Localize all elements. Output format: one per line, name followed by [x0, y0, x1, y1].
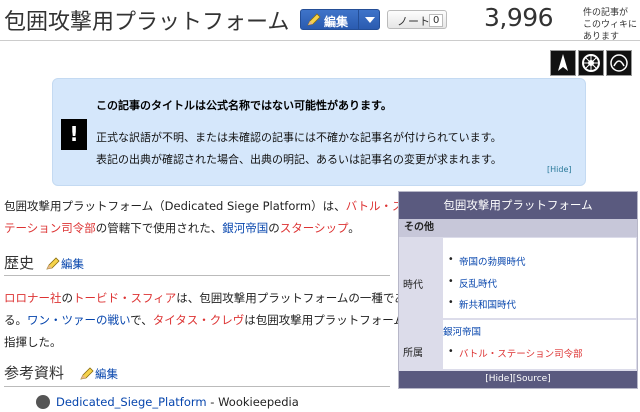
title-notice-box: ! この記事のタイトルは公式名称ではない可能性があります。 正式な訳語が不明、ま… — [52, 78, 586, 186]
infobox-era-label: 時代 — [403, 280, 423, 291]
notice-line-1: 正式な訳語が不明、または未確認の記事には不確かな記事名が付けられています。 — [96, 131, 502, 144]
notice-title: この記事のタイトルは公式名称ではない可能性があります。 — [96, 99, 392, 112]
starship-link[interactable]: スターシップ — [280, 221, 348, 235]
history-heading-rule — [4, 275, 390, 276]
reference-item: Dedicated_Siege_Platform - Wookieepedia — [56, 395, 299, 409]
affiliation-battle-station-link[interactable]: バトル・ステーション司令部 — [448, 346, 583, 360]
edit-button-divider — [358, 10, 359, 29]
history-edit-link[interactable]: 編集 — [46, 256, 84, 272]
galactic-empire-link[interactable]: 銀河帝国 — [222, 221, 268, 235]
article-count: 3,996 — [484, 3, 554, 32]
infobox: 包囲攻撃用プラットフォーム その他 時代 帝国の勃興時代 反乱時代 新共和国時代… — [398, 191, 638, 389]
history-text-2: は、包囲攻撃用プラットフォームの一種であ — [176, 291, 406, 305]
references-heading: 参考資料 — [4, 364, 65, 382]
history-text-3: る。 — [4, 313, 27, 327]
history-line-3: 指揮した。 — [4, 335, 62, 349]
torpedo-sphere-link[interactable]: トービド・スフィア — [73, 291, 176, 305]
intro-text-3: の — [268, 221, 280, 235]
new-republic-era-icon[interactable] — [606, 50, 632, 76]
battle-station-command-link-cont[interactable]: テーション司令部 — [4, 221, 96, 235]
edit-button[interactable]: 編集 — [300, 9, 380, 30]
titus-klev-link[interactable]: タイタス・クレヴ — [153, 313, 245, 327]
history-line-1: ロロナー社のトービド・スフィアは、包囲攻撃用プラットフォームの一種であ — [4, 290, 406, 306]
infobox-affiliation-values: 銀河帝国 バトル・ステーション司令部 — [443, 320, 636, 369]
notice-hide-link[interactable]: [Hide] — [547, 165, 571, 174]
exclamation-icon: ! — [61, 119, 87, 150]
empire-era-icon[interactable] — [578, 50, 604, 76]
edit-button-label: 編集 — [324, 15, 349, 29]
era-rebellion-link[interactable]: 反乱時代 — [448, 276, 497, 290]
talk-button-label: ノート — [397, 15, 430, 28]
wookieepedia-suffix: - Wookieepedia — [206, 395, 299, 409]
references-edit-link[interactable]: 編集 — [80, 366, 118, 382]
era-new-republic-link[interactable]: 新共和国時代 — [448, 297, 516, 311]
intro-line-2: テーション司令部の管轄下で使用された、銀河帝国のスターシップ。 — [4, 220, 360, 236]
infobox-section-header: その他 — [399, 219, 637, 237]
intro-text-4: 。 — [348, 221, 360, 235]
infobox-era-values: 帝国の勃興時代 反乱時代 新共和国時代 — [443, 238, 636, 318]
wookieepedia-link[interactable]: Dedicated_Siege_Platform — [56, 395, 207, 409]
era-rise-of-empire-link[interactable]: 帝国の勃興時代 — [448, 254, 525, 268]
intro-line-1: 包囲攻撃用プラットフォーム（Dedicated Siege Platform）は… — [4, 198, 403, 214]
pencil-icon — [80, 367, 94, 380]
pencil-icon — [307, 13, 321, 26]
loronar-link[interactable]: ロロナー社 — [4, 291, 62, 305]
infobox-affiliation-label: 所属 — [403, 348, 423, 359]
notice-line-2: 表記の出典が確認された場合、出典の明記、あるいは記事名の変更が求まれます。 — [96, 153, 502, 166]
affiliation-empire-link[interactable]: 銀河帝国 — [443, 324, 481, 338]
battle-of-wann-tsar-link[interactable]: ワン・ツァーの戦い — [27, 313, 130, 327]
references-heading-rule — [4, 386, 390, 387]
infobox-title: 包囲攻撃用プラットフォーム — [399, 192, 637, 219]
history-text-4: で、 — [130, 313, 153, 327]
chevron-down-icon[interactable] — [365, 17, 375, 23]
references-edit-label: 編集 — [95, 367, 118, 381]
talk-button[interactable]: ノート 0 — [387, 10, 447, 29]
article-count-note-line1: 件の記事が — [583, 8, 629, 18]
intro-text-1: 包囲攻撃用プラットフォーム（Dedicated Siege Platform）は… — [4, 199, 346, 213]
header-divider — [0, 40, 640, 41]
infobox-footer-links[interactable]: [Hide][Source] — [399, 371, 637, 388]
history-text-1: の — [61, 291, 74, 305]
talk-count-badge: 0 — [429, 14, 444, 27]
history-heading: 歴史 — [4, 254, 35, 272]
article-count-note: 件の記事が このウィキにあります — [583, 7, 640, 43]
rebellion-era-icon[interactable] — [550, 50, 576, 76]
battle-station-command-link[interactable]: バトル・ス — [346, 199, 404, 213]
history-line-2: る。ワン・ツァーの戦いで、タイタス・クレヴは包囲攻撃用プラットフォームを — [4, 312, 416, 328]
wookieepedia-icon — [36, 395, 50, 409]
page-title: 包囲攻撃用プラットフォーム — [4, 10, 290, 35]
intro-text-2: の管轄下で使用された、 — [95, 221, 223, 235]
history-edit-label: 編集 — [61, 257, 84, 271]
history-text-5: は包囲攻撃用プラットフォームを — [244, 313, 417, 327]
pencil-icon — [46, 257, 60, 270]
